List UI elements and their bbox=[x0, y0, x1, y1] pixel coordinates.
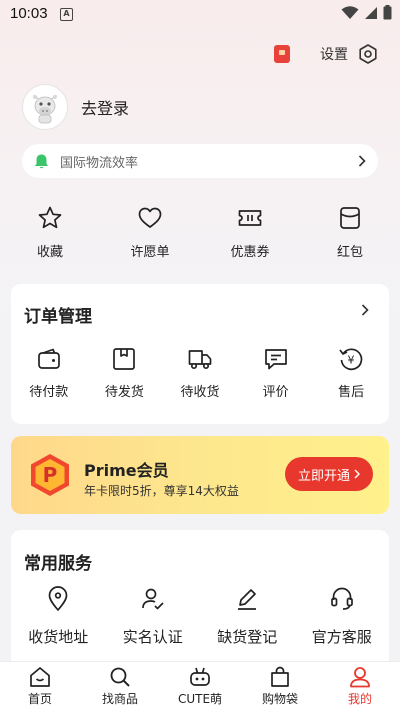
cute-robot-icon bbox=[190, 667, 210, 686]
avatar[interactable] bbox=[22, 84, 68, 130]
prime-banner[interactable]: P Prime会员 年卡限时5折，尊享14大权益 立即开通 bbox=[11, 436, 389, 514]
order-after-sales[interactable]: ¥ 售后 bbox=[313, 346, 389, 400]
orders-card: 订单管理 待付款 待发货 待收货 评价 ¥ 售后 bbox=[11, 284, 389, 424]
login-label[interactable]: 去登录 bbox=[81, 95, 129, 119]
service-label: 实名认证 bbox=[122, 628, 183, 646]
tab-label: 购物袋 bbox=[261, 692, 298, 706]
tab-label: 找商品 bbox=[101, 692, 138, 706]
tab-home[interactable]: 首页 bbox=[0, 662, 80, 711]
settings-label[interactable]: 设置 bbox=[320, 44, 348, 64]
status-icons bbox=[341, 5, 392, 20]
quick-links: 收藏 许愿单 优惠券 红包 bbox=[0, 205, 400, 260]
order-review[interactable]: 评价 bbox=[238, 346, 314, 400]
headset-icon bbox=[330, 587, 353, 610]
order-label: 评价 bbox=[262, 385, 289, 400]
services-card: 常用服务 收货地址 实名认证 缺货登记 官方客服 bbox=[11, 530, 389, 680]
header-actions: 设置 bbox=[274, 44, 378, 64]
tab-shopping-bag[interactable]: 购物袋 bbox=[240, 662, 320, 711]
prime-title: Prime会员 bbox=[84, 461, 169, 480]
order-label: 待付款 bbox=[29, 385, 69, 400]
red-envelope-icon[interactable] bbox=[274, 45, 290, 63]
prime-badge-letter: P bbox=[43, 463, 58, 487]
tab-label: 我的 bbox=[347, 692, 372, 706]
quick-wishlist[interactable]: 许愿单 bbox=[100, 205, 200, 260]
box-icon bbox=[113, 348, 136, 370]
signal-icon bbox=[365, 6, 377, 19]
quick-label: 许愿单 bbox=[130, 245, 170, 260]
service-label: 缺货登记 bbox=[217, 628, 278, 646]
truck-icon bbox=[188, 350, 212, 370]
quick-red-packets[interactable]: 红包 bbox=[300, 205, 400, 260]
service-label: 收货地址 bbox=[28, 628, 89, 646]
ticket-icon bbox=[238, 210, 262, 226]
bell-icon bbox=[34, 154, 49, 168]
order-pending-shipment[interactable]: 待发货 bbox=[87, 346, 163, 400]
order-label: 待收货 bbox=[180, 385, 220, 400]
svg-text:¥: ¥ bbox=[348, 354, 355, 367]
status-bar: 10:03 A bbox=[0, 0, 400, 28]
quick-label: 红包 bbox=[336, 245, 363, 260]
order-pending-receipt[interactable]: 待收货 bbox=[162, 346, 238, 400]
chevron-right-icon bbox=[354, 469, 360, 479]
home-icon bbox=[30, 667, 50, 687]
tab-label: 首页 bbox=[27, 692, 52, 706]
order-label: 待发货 bbox=[104, 385, 144, 400]
profile-login[interactable]: 去登录 bbox=[22, 84, 129, 130]
service-stockout-register[interactable]: 缺货登记 bbox=[200, 586, 295, 647]
service-address[interactable]: 收货地址 bbox=[11, 586, 106, 647]
wallet-icon bbox=[37, 348, 60, 369]
chevron-right-icon[interactable] bbox=[361, 304, 369, 316]
orders-row: 待付款 待发货 待收货 评价 ¥ 售后 bbox=[11, 346, 389, 400]
user-check-icon bbox=[141, 588, 164, 610]
tab-label: CUTE萌 bbox=[177, 692, 223, 706]
quick-favorites[interactable]: 收藏 bbox=[0, 205, 100, 260]
orders-title: 订单管理 bbox=[24, 307, 92, 327]
pencil-icon bbox=[238, 589, 257, 610]
tab-search[interactable]: 找商品 bbox=[80, 662, 160, 711]
prime-subtitle: 年卡限时5折，尊享14大权益 bbox=[84, 484, 239, 498]
cow-mascot-avatar bbox=[32, 94, 58, 124]
battery-icon bbox=[383, 5, 392, 20]
notice-text: 国际物流效率 bbox=[60, 155, 139, 171]
shopping-bag-icon bbox=[271, 666, 289, 687]
tab-profile[interactable]: 我的 bbox=[320, 662, 400, 711]
chevron-right-icon bbox=[358, 155, 366, 167]
order-label: 售后 bbox=[338, 385, 365, 400]
status-time: 10:03 bbox=[10, 5, 48, 22]
heart-icon bbox=[138, 207, 162, 228]
quick-label: 优惠券 bbox=[230, 245, 270, 260]
order-pending-payment[interactable]: 待付款 bbox=[11, 346, 87, 400]
wifi-icon bbox=[341, 5, 359, 19]
settings-icon[interactable] bbox=[358, 44, 378, 64]
tab-cute[interactable]: CUTE萌 bbox=[160, 662, 240, 711]
notice-bar[interactable]: 国际物流效率 bbox=[22, 144, 378, 178]
star-icon bbox=[38, 206, 62, 229]
location-icon bbox=[48, 586, 68, 611]
services-title: 常用服务 bbox=[24, 554, 92, 574]
notification-icon: A bbox=[60, 8, 73, 21]
comment-icon bbox=[264, 349, 287, 370]
quick-coupons[interactable]: 优惠券 bbox=[200, 205, 300, 260]
bottom-tab-bar: 首页 找商品 CUTE萌 购物袋 我的 bbox=[0, 661, 400, 711]
service-label: 官方客服 bbox=[311, 628, 372, 646]
prime-badge-icon: P bbox=[31, 454, 69, 496]
services-row: 收货地址 实名认证 缺货登记 官方客服 bbox=[11, 586, 389, 647]
profile-icon bbox=[350, 667, 370, 688]
prime-join-label: 立即开通 bbox=[297, 468, 350, 484]
search-icon bbox=[110, 667, 130, 687]
quick-label: 收藏 bbox=[36, 245, 63, 260]
prime-join-button[interactable]: 立即开通 bbox=[285, 457, 373, 491]
red-packet-icon bbox=[340, 207, 360, 229]
refund-icon: ¥ bbox=[339, 348, 363, 371]
service-verification[interactable]: 实名认证 bbox=[106, 586, 201, 647]
service-customer-support[interactable]: 官方客服 bbox=[295, 586, 390, 647]
